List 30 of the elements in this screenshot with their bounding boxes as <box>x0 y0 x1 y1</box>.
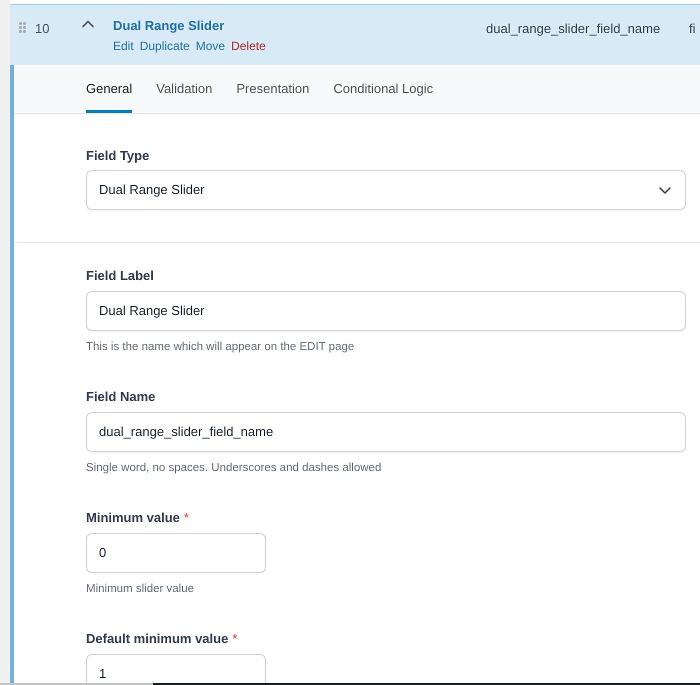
column-text: fi <box>689 21 696 36</box>
select-field[interactable]: Dual Range Slider <box>86 170 686 210</box>
tab[interactable]: Conditional Logic <box>333 65 434 113</box>
chevron-down-icon <box>659 186 671 194</box>
tab[interactable]: Presentation <box>236 65 310 113</box>
tab[interactable]: General <box>86 65 132 113</box>
field-title-link[interactable]: Dual Range Slider <box>113 17 224 35</box>
required-mark: * <box>184 509 189 527</box>
help-text: This is the name which will appear on the EDIT page <box>86 340 354 355</box>
field-label: Default minimum value <box>86 630 228 648</box>
action-link[interactable]: Move <box>196 37 226 55</box>
number-field[interactable]: 0 <box>86 533 266 573</box>
drag-handle-icon[interactable] <box>19 22 26 33</box>
help-text: Minimum slider value <box>86 582 194 597</box>
action-link[interactable]: Edit <box>113 37 134 55</box>
field-label: Field Name <box>86 388 156 406</box>
delete-link[interactable]: Delete <box>231 37 266 55</box>
field-label: Field Label <box>86 267 154 285</box>
tab[interactable]: Validation <box>156 65 212 113</box>
field-label: Minimum value <box>86 509 180 527</box>
action-link[interactable]: Duplicate <box>140 37 190 55</box>
collapse-caret-icon[interactable] <box>82 20 94 28</box>
help-text: Single word, no spaces. Underscores and dashes allowed <box>86 461 382 476</box>
field-order-number: 10 <box>35 21 50 36</box>
field-name-text: dual_range_slider_field_name <box>486 21 660 36</box>
field-label: Field Type <box>86 147 150 165</box>
number-field[interactable]: 1 <box>86 654 266 685</box>
text-field[interactable]: dual_range_slider_field_name <box>86 412 686 452</box>
required-mark: * <box>232 630 238 648</box>
text-field[interactable]: Dual Range Slider <box>86 291 686 331</box>
